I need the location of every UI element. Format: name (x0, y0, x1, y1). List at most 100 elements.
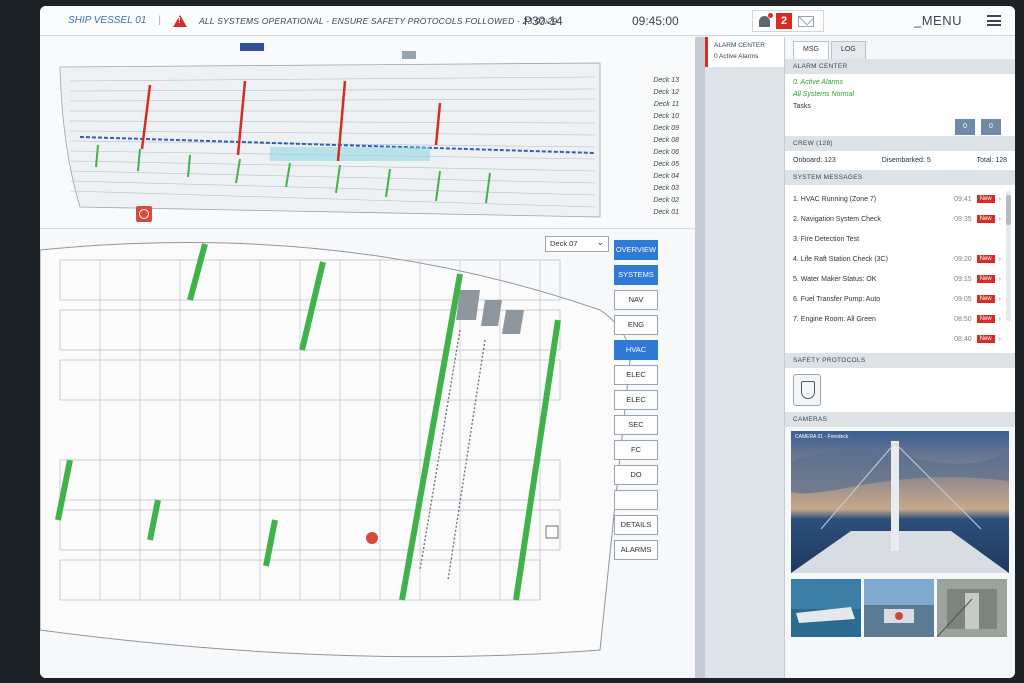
hamburger-icon[interactable] (987, 15, 1001, 26)
deck-label[interactable]: Deck 08 (609, 137, 679, 149)
alarm-center-summary[interactable]: ALARM CENTER 0 Active Alarms (705, 37, 784, 67)
camera-thumbnail[interactable] (791, 579, 861, 637)
message-time: 08:50 (954, 315, 972, 323)
alarm-column-count: 0 Active Alarms (714, 53, 759, 60)
bell-icon[interactable] (759, 12, 773, 27)
crew-summary: Onboard: 123 Disembarked: 5 Total: 128 (785, 151, 1015, 170)
deck-label[interactable]: Deck 13 (609, 77, 679, 89)
alarm-count-badge[interactable]: 2 (776, 13, 793, 29)
message-text: 3. Fire Detection Test (793, 235, 860, 243)
message-time: 09:15 (954, 275, 972, 283)
deck-selector[interactable]: Deck 07 (545, 235, 609, 252)
station-code: P30-14 (524, 13, 563, 28)
overview-button[interactable]: OVERVIEW (614, 240, 658, 260)
message-item[interactable]: 4. Life Raft Station Check (3C) 09:20 New › (793, 249, 1001, 269)
deck-label[interactable]: Deck 06 (609, 149, 679, 161)
message-text: 5. Water Maker Status: OK (793, 275, 877, 283)
crew-total: Total: 128 (976, 157, 1007, 164)
camera-thumbnail[interactable] (864, 579, 934, 637)
new-badge: New (976, 335, 995, 343)
deck-label[interactable]: Deck 04 (609, 173, 679, 185)
tab-msg[interactable]: MSG (793, 41, 829, 59)
message-item[interactable]: 7. Engine Room: All Green 08:50 New › (793, 309, 1001, 329)
camera-thumbnails (791, 579, 1009, 637)
message-item[interactable]: 6. Fuel Transfer Pump: Auto 09:05 New › (793, 289, 1001, 309)
alarm-center-panel: 0. Active Alarms All Systems Normal Task… (785, 74, 1015, 136)
deck-label[interactable]: Deck 05 (609, 161, 679, 173)
systems-button[interactable]: SYSTEMS (614, 265, 658, 285)
cameras-title: CAMERAS (785, 412, 1015, 427)
deck-label[interactable]: Deck 11 (609, 101, 679, 113)
system-status-text: ALL SYSTEMS OPERATIONAL - ENSURE SAFETY … (199, 15, 558, 26)
message-text: 2. Navigation System Check (793, 215, 881, 223)
sec-button[interactable]: SEC (614, 415, 658, 435)
elec-secondary-button[interactable]: ELEC (614, 390, 658, 410)
deck-label[interactable]: Deck 02 (609, 197, 679, 209)
camera-main-feed[interactable]: CAMERA 01 - Foredeck (791, 431, 1009, 573)
alarms-button[interactable]: ALARMS (614, 540, 658, 560)
alarm-center-column: ALARM CENTER 0 Active Alarms (705, 37, 785, 678)
new-badge: New (976, 215, 995, 223)
nav-button[interactable]: NAV (614, 290, 658, 310)
task-count-button[interactable]: 0 (981, 119, 1001, 135)
deck-label[interactable]: Deck 03 (609, 185, 679, 197)
new-badge: New (976, 195, 995, 203)
details-button[interactable]: DETAILS (614, 515, 658, 535)
separator: | (158, 15, 161, 26)
vessel-name[interactable]: SHIP VESSEL 01 (68, 15, 146, 26)
message-text: 4. Life Raft Station Check (3C) (793, 255, 888, 263)
elec-button[interactable]: ELEC (614, 365, 658, 385)
system-messages-title: SYSTEM MESSAGES (785, 170, 1015, 185)
blank-button[interactable] (614, 490, 658, 510)
deck-label[interactable]: Deck 10 (609, 113, 679, 125)
deck-label[interactable]: Deck 12 (609, 89, 679, 101)
control-screen: SHIP VESSEL 01 | ALL SYSTEMS OPERATIONAL… (40, 6, 1015, 678)
ship-profile-view[interactable]: Deck 13 Deck 12 Deck 11 Deck 10 Deck 09 … (40, 37, 695, 229)
do-button[interactable]: DO (614, 465, 658, 485)
chevron-right-icon[interactable]: › (999, 276, 1001, 283)
eng-button[interactable]: ENG (614, 315, 658, 335)
messages-scrollbar[interactable] (1006, 191, 1011, 321)
deck-plan-drawing (40, 242, 631, 658)
menu-button[interactable]: _MENU (914, 13, 962, 28)
camera-thumbnail[interactable] (937, 579, 1007, 637)
panel-tabs: MSG LOG (785, 41, 1015, 59)
new-badge: New (976, 295, 995, 303)
tasks-label: Tasks (793, 103, 811, 110)
shield-icon[interactable] (793, 374, 821, 406)
deck-label[interactable]: Deck 01 (609, 209, 679, 221)
message-time: 09:05 (954, 295, 972, 303)
chevron-right-icon[interactable]: › (999, 296, 1001, 303)
active-alarms-text: 0. Active Alarms (793, 79, 844, 86)
fc-button[interactable]: FC (614, 440, 658, 460)
message-item[interactable]: 08:40 New › (793, 329, 1001, 349)
hvac-button[interactable]: HVAC (614, 340, 658, 360)
message-text: 7. Engine Room: All Green (793, 315, 876, 323)
message-item[interactable]: 2. Navigation System Check 09:35 New › (793, 209, 1001, 229)
system-messages-list: 1. HVAC Running (Zone 7) 09:41 New › 2. Nav… (785, 185, 1015, 353)
chevron-right-icon[interactable]: › (999, 316, 1001, 323)
deck-plan-view[interactable]: Deck 07 (40, 206, 695, 678)
safety-protocols-title: SAFETY PROTOCOLS (785, 353, 1015, 368)
chevron-right-icon[interactable]: › (999, 196, 1001, 203)
message-item[interactable]: 3. Fire Detection Test (793, 229, 1001, 249)
chevron-right-icon[interactable]: › (999, 216, 1001, 223)
deck-label[interactable]: Deck 09 (609, 125, 679, 137)
alarm-column-title: ALARM CENTER (714, 42, 765, 49)
crew-onboard: Onboard: 123 (793, 157, 836, 164)
fire-alarm-icon[interactable] (136, 206, 152, 222)
alarm-center-title: ALARM CENTER (785, 59, 1015, 74)
tab-log[interactable]: LOG (830, 41, 866, 59)
top-bar: SHIP VESSEL 01 | ALL SYSTEMS OPERATIONAL… (40, 6, 1015, 36)
new-badge: New (976, 255, 995, 263)
mail-icon[interactable] (798, 15, 815, 27)
chevron-right-icon[interactable]: › (999, 336, 1001, 343)
deck-label-list: Deck 13 Deck 12 Deck 11 Deck 10 Deck 09 … (609, 77, 679, 221)
ship-profile-drawing (59, 43, 601, 218)
safety-protocols-panel (785, 368, 1015, 412)
chevron-right-icon[interactable]: › (999, 256, 1001, 263)
message-item[interactable]: 1. HVAC Running (Zone 7) 09:41 New › (793, 189, 1001, 209)
task-count-button[interactable]: 0 (955, 119, 975, 135)
message-item[interactable]: 5. Water Maker Status: OK 09:15 New › (793, 269, 1001, 289)
notifications-area[interactable]: 2 (752, 10, 824, 32)
